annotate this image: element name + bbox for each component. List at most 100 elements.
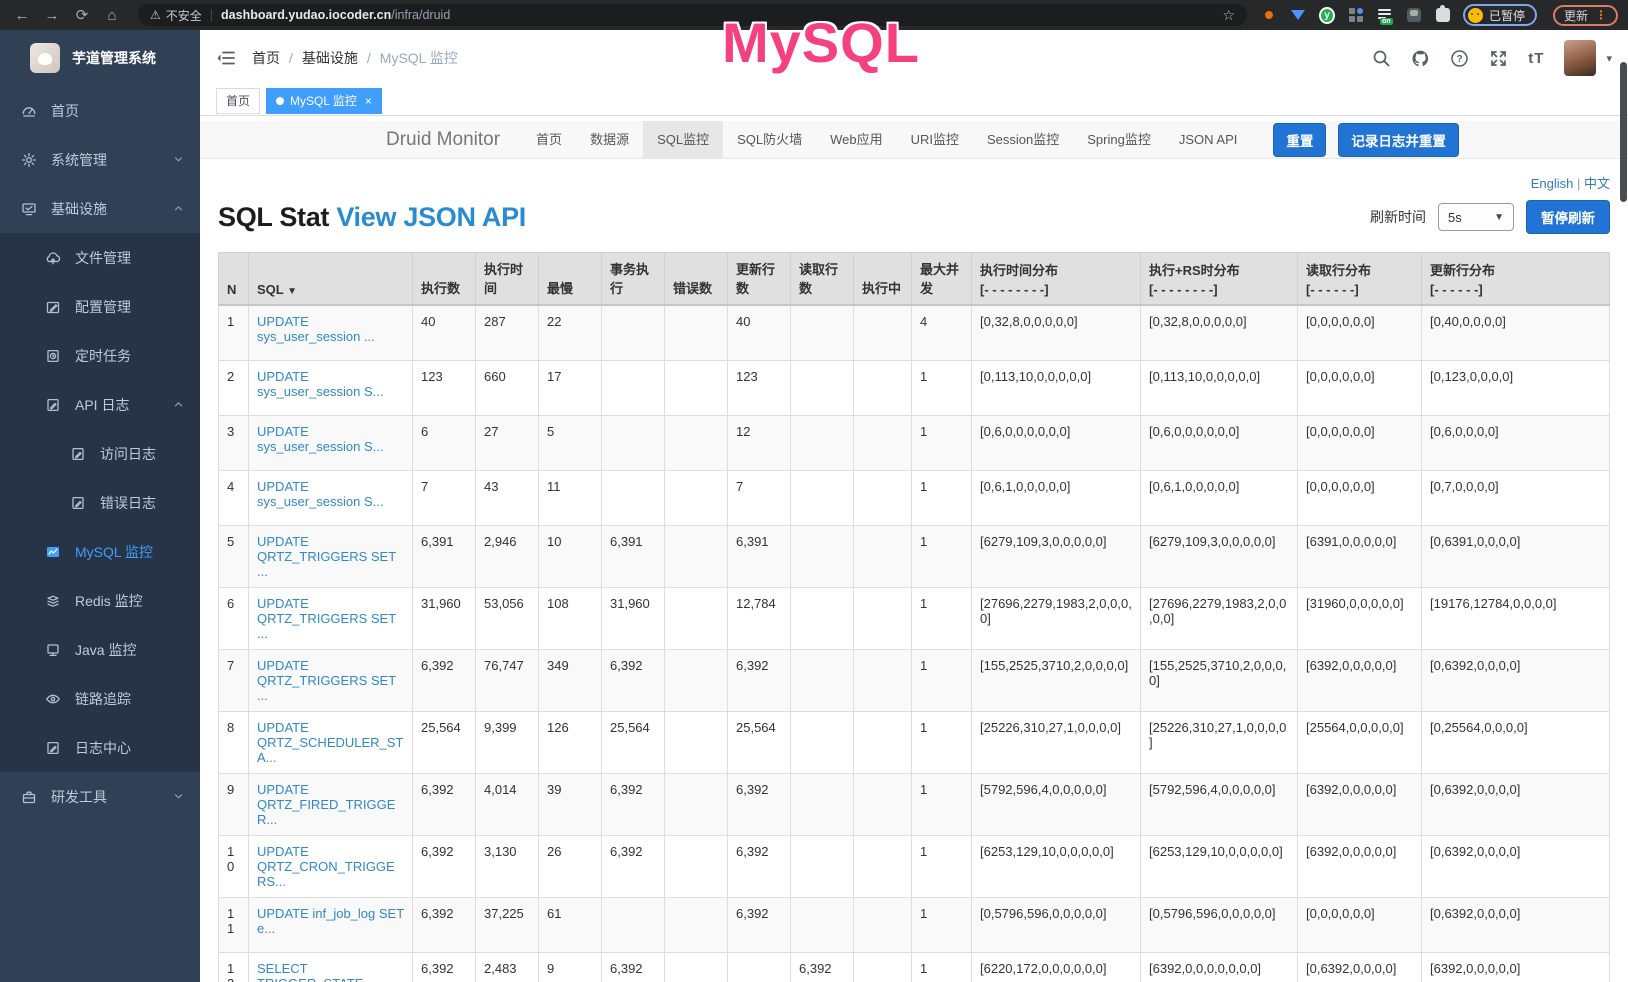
close-icon[interactable]: ×	[365, 94, 372, 108]
extensions-puzzle-icon[interactable]	[1435, 7, 1451, 23]
sql-link[interactable]: UPDATE sys_user_session ...	[257, 314, 375, 344]
sidebar-item-mysql-监控[interactable]: MySQL 监控	[0, 527, 200, 576]
column-header[interactable]: N	[219, 253, 249, 306]
column-header[interactable]: 读取行数	[791, 253, 854, 306]
druid-nav-uri监控[interactable]: URI监控	[897, 121, 973, 159]
sql-link[interactable]: UPDATE QRTZ_TRIGGERS SET ...	[257, 596, 396, 641]
column-header[interactable]: 最大并发	[912, 253, 972, 306]
druid-nav-spring监控[interactable]: Spring监控	[1073, 121, 1165, 159]
lang-chinese-link[interactable]: 中文	[1584, 176, 1610, 191]
sidebar-item-定时任务[interactable]: 定时任务	[0, 331, 200, 380]
column-header[interactable]: 执行时间分布[- - - - - - - -]	[972, 253, 1141, 306]
sidebar-item-日志中心[interactable]: 日志中心	[0, 723, 200, 772]
druid-nav-sql监控[interactable]: SQL监控	[643, 121, 723, 159]
sidebar-item-基础设施[interactable]: 基础设施	[0, 184, 200, 233]
user-avatar[interactable]	[1564, 40, 1596, 76]
druid-nav-json-api[interactable]: JSON API	[1165, 121, 1252, 159]
github-icon[interactable]	[1411, 49, 1430, 68]
sql-link[interactable]: UPDATE QRTZ_SCHEDULER_STA...	[257, 720, 403, 765]
fullscreen-icon[interactable]	[1489, 49, 1508, 68]
search-icon[interactable]	[1372, 49, 1391, 68]
sidebar-item-配置管理[interactable]: 配置管理	[0, 282, 200, 331]
sql-link[interactable]: UPDATE QRTZ_FIRED_TRIGGER...	[257, 782, 395, 827]
stat-cell: 3	[219, 415, 249, 470]
stat-cell	[602, 470, 665, 525]
sidebar-item-系统管理[interactable]: 系统管理	[0, 135, 200, 184]
druid-nav-web应用[interactable]: Web应用	[816, 121, 897, 159]
tab-mysql-monitor[interactable]: MySQL 监控 ×	[266, 88, 382, 114]
stat-cell: [6220,172,0,0,0,0,0,0]	[972, 952, 1141, 982]
font-size-icon[interactable]: tT	[1528, 50, 1544, 67]
stat-cell: [6391,0,0,0,0,0]	[1298, 525, 1422, 587]
column-header[interactable]: 更新行数	[728, 253, 791, 306]
forward-icon[interactable]: →	[40, 7, 64, 24]
stat-cell: 76,747	[476, 649, 539, 711]
tab-home[interactable]: 首页	[216, 88, 260, 114]
sidebar-item-链路追踪[interactable]: 链路追踪	[0, 674, 200, 723]
extension-y-icon[interactable]: y	[1319, 7, 1335, 23]
stat-cell: 287	[476, 305, 539, 360]
sql-link[interactable]: UPDATE sys_user_session S...	[257, 424, 383, 454]
column-header[interactable]: 执行时间	[476, 253, 539, 306]
stat-cell: 2	[219, 360, 249, 415]
reload-icon[interactable]: ⟳	[70, 6, 94, 24]
sql-link[interactable]: UPDATE QRTZ_TRIGGERS SET ...	[257, 658, 396, 703]
extension-gem-icon[interactable]	[1290, 7, 1306, 23]
extension-camera-icon[interactable]	[1406, 7, 1422, 23]
home-icon[interactable]: ⌂	[100, 7, 124, 24]
page-scrollbar[interactable]	[1620, 62, 1627, 202]
druid-nav-数据源[interactable]: 数据源	[576, 121, 643, 159]
browser-update-button[interactable]: 更新 ⋮	[1553, 5, 1618, 26]
reset-button[interactable]: 重置	[1273, 123, 1326, 157]
sidebar-toggle-icon[interactable]	[216, 48, 236, 68]
sidebar-item-访问日志[interactable]: 访问日志	[0, 429, 200, 478]
avatar-caret-icon[interactable]: ▾	[1606, 52, 1612, 65]
column-header[interactable]: 执行+RS时分布[- - - - - - - -]	[1141, 253, 1298, 306]
sql-link[interactable]: UPDATE inf_job_log SET e...	[257, 906, 404, 936]
extension-donut-icon[interactable]	[1261, 7, 1277, 23]
sql-link[interactable]: UPDATE sys_user_session S...	[257, 479, 383, 509]
extension-list-icon[interactable]: on	[1377, 7, 1393, 23]
column-header[interactable]: 更新行分布[- - - - - -]	[1422, 253, 1610, 306]
lang-english-link[interactable]: English	[1531, 176, 1574, 191]
sidebar-item-redis-监控[interactable]: Redis 监控	[0, 576, 200, 625]
sidebar-item-首页[interactable]: 首页	[0, 86, 200, 135]
sql-link[interactable]: UPDATE sys_user_session S...	[257, 369, 383, 399]
pause-refresh-button[interactable]: 暂停刷新	[1526, 200, 1610, 234]
stat-cell: 6,391	[602, 525, 665, 587]
druid-brand[interactable]: Druid Monitor	[386, 129, 500, 151]
sql-link[interactable]: UPDATE QRTZ_CRON_TRIGGERS...	[257, 844, 395, 889]
chevron-down-icon	[173, 154, 184, 165]
sidebar-item-java-监控[interactable]: Java 监控	[0, 625, 200, 674]
browser-profile-chip[interactable]: 已暂停	[1463, 4, 1537, 26]
back-icon[interactable]: ←	[10, 7, 34, 24]
column-header[interactable]: 最慢	[539, 253, 602, 306]
sidebar-item-api-日志[interactable]: API 日志	[0, 380, 200, 429]
column-header[interactable]: 事务执行	[602, 253, 665, 306]
druid-nav-首页[interactable]: 首页	[522, 121, 576, 159]
column-header[interactable]: 错误数	[665, 253, 728, 306]
bookmark-star-icon[interactable]: ☆	[1222, 7, 1235, 24]
sidebar-logo[interactable]: 芋道管理系统	[0, 30, 200, 86]
sidebar-item-研发工具[interactable]: 研发工具	[0, 772, 200, 821]
address-bar[interactable]: ⚠ 不安全 | dashboard.yudao.iocoder.cn/infra…	[138, 4, 1247, 26]
sidebar-item-文件管理[interactable]: 文件管理	[0, 233, 200, 282]
sidebar-item-错误日志[interactable]: 错误日志	[0, 478, 200, 527]
breadcrumb-infra[interactable]: 基础设施	[302, 48, 358, 68]
druid-nav-session监控[interactable]: Session监控	[973, 121, 1073, 159]
column-header[interactable]: SQL ▼	[249, 253, 413, 306]
browser-menu-icon[interactable]: ⋮	[1595, 8, 1607, 22]
sql-link[interactable]: UPDATE QRTZ_TRIGGERS SET ...	[257, 534, 396, 579]
column-header[interactable]: 执行数	[413, 253, 476, 306]
column-header[interactable]: 执行中	[854, 253, 912, 306]
log-and-reset-button[interactable]: 记录日志并重置	[1338, 123, 1459, 157]
stat-cell: 4,014	[476, 773, 539, 835]
druid-nav-sql防火墙[interactable]: SQL防火墙	[723, 121, 816, 159]
breadcrumb-home[interactable]: 首页	[252, 48, 280, 68]
refresh-interval-select[interactable]: 5s ▼	[1438, 203, 1514, 231]
view-json-api-link[interactable]: View JSON API	[336, 202, 526, 232]
sql-link[interactable]: SELECT TRIGGER_STATE	[257, 961, 363, 982]
help-icon[interactable]: ?	[1450, 49, 1469, 68]
extension-squares-icon[interactable]	[1348, 7, 1364, 23]
column-header[interactable]: 读取行分布[- - - - - -]	[1298, 253, 1422, 306]
